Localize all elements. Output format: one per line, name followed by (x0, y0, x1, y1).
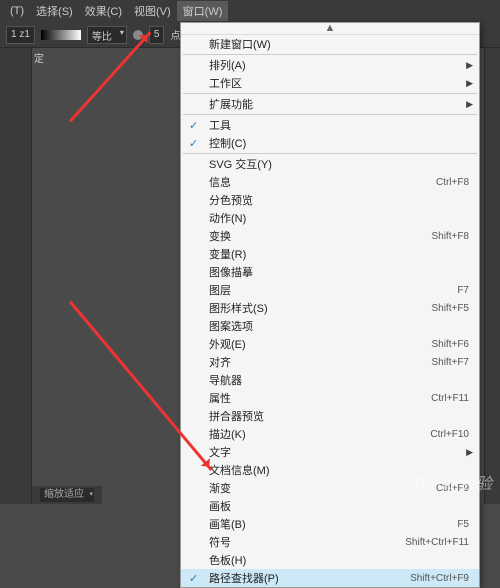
window-menu-dropdown: ▲ 新建窗口(W)排列(A)▶工作区▶扩展功能▶✓工具✓控制(C)SVG 交互(… (180, 22, 480, 588)
menu-item-label: 画笔(B) (209, 516, 457, 532)
menu-item[interactable]: 分色预览 (181, 191, 479, 209)
zoom-field[interactable]: 1 z1 (6, 26, 35, 44)
menu-item-shortcut: Shift+Ctrl+F11 (405, 537, 469, 548)
menu-item-shortcut: Shift+F7 (431, 357, 469, 368)
menu-item-label: 图形样式(S) (209, 300, 431, 316)
menu-item-label: 变量(R) (209, 246, 469, 262)
menu-item-shortcut: Ctrl+F11 (431, 393, 469, 404)
menu-separator (183, 93, 477, 94)
menu-separator (183, 153, 477, 154)
menubar: (T) 选择(S) 效果(C) 视图(V) 窗口(W) (0, 0, 500, 22)
menu-item[interactable]: 导航器 (181, 371, 479, 389)
menu-item-label: 文字 (209, 444, 469, 460)
tool-panel[interactable] (0, 48, 32, 504)
menu-separator (183, 54, 477, 55)
menu-item-label: 色板(H) (209, 552, 469, 568)
menu-item[interactable]: 变换Shift+F8 (181, 227, 479, 245)
menu-item-label: 工具 (209, 117, 469, 133)
menu-item[interactable]: 画板 (181, 497, 479, 515)
menu-item[interactable]: 图形样式(S)Shift+F5 (181, 299, 479, 317)
menu-item-shortcut: Ctrl+F10 (430, 429, 469, 440)
check-icon: ✓ (189, 137, 198, 150)
menu-item-label: 控制(C) (209, 135, 469, 151)
menu-t[interactable]: (T) (4, 3, 30, 19)
menu-item-label: 排列(A) (209, 57, 469, 73)
document-tab[interactable]: 定 (34, 50, 44, 65)
menu-item-shortcut: Shift+F6 (431, 339, 469, 350)
menu-item-label: 图像描摹 (209, 264, 469, 280)
check-icon: ✓ (189, 572, 198, 585)
menu-item[interactable]: 拼合器预览 (181, 407, 479, 425)
menu-item[interactable]: 色板(H) (181, 551, 479, 569)
right-panel-strip[interactable] (484, 48, 500, 504)
menu-item-label: 对齐 (209, 354, 431, 370)
menu-item-label: 符号 (209, 534, 405, 550)
menu-item[interactable]: 符号Shift+Ctrl+F11 (181, 533, 479, 551)
menu-item-label: 变换 (209, 228, 431, 244)
menu-item[interactable]: 图层F7 (181, 281, 479, 299)
menu-item[interactable]: ✓ 工具 (181, 116, 479, 134)
menu-item[interactable]: SVG 交互(Y) (181, 155, 479, 173)
menu-separator (183, 114, 477, 115)
menu-item-label: 扩展功能 (209, 96, 469, 112)
submenu-arrow-icon: ▶ (466, 60, 473, 71)
menu-item-label: 渐变 (209, 480, 436, 496)
status-dropdown[interactable]: 缩放适应 (40, 488, 94, 502)
menu-item-label: 分色预览 (209, 192, 469, 208)
menu-item[interactable]: 排列(A)▶ (181, 56, 479, 74)
menu-item-label: 导航器 (209, 372, 469, 388)
menu-item-label: 图案选项 (209, 318, 469, 334)
menu-item-label: 外观(E) (209, 336, 431, 352)
menu-item-label: 描边(K) (209, 426, 430, 442)
menu-window[interactable]: 窗口(W) (177, 1, 229, 21)
menu-item-label: 新建窗口(W) (209, 36, 469, 52)
watermark: Baidu 经验 (415, 470, 492, 494)
menu-item-label: 画板 (209, 498, 469, 514)
menu-item[interactable]: 扩展功能▶ (181, 95, 479, 113)
menu-item[interactable]: 画笔(B)F5 (181, 515, 479, 533)
menu-item-label: SVG 交互(Y) (209, 156, 469, 172)
menu-item-shortcut: Ctrl+F8 (436, 177, 469, 188)
menu-item[interactable]: 属性Ctrl+F11 (181, 389, 479, 407)
gradient-swatch[interactable] (41, 30, 81, 40)
menu-item[interactable]: 图案选项 (181, 317, 479, 335)
menu-item-shortcut: Shift+F5 (431, 303, 469, 314)
menu-item-label: 路径查找器(P) (209, 570, 410, 586)
menu-item[interactable]: ✓ 控制(C) (181, 134, 479, 152)
menu-scroll-up-icon[interactable]: ▲ (181, 23, 479, 35)
menu-select[interactable]: 选择(S) (30, 1, 79, 21)
menu-item-label: 拼合器预览 (209, 408, 469, 424)
menu-item[interactable]: 文字▶ (181, 443, 479, 461)
stroke-profile-dropdown[interactable]: 等比 (87, 26, 127, 44)
menu-item-shortcut: F7 (457, 285, 469, 296)
menu-item[interactable]: 图像描摹 (181, 263, 479, 281)
menu-item[interactable]: 外观(E)Shift+F6 (181, 335, 479, 353)
menu-item-label: 工作区 (209, 75, 469, 91)
check-icon: ✓ (189, 119, 198, 132)
menu-item-label: 图层 (209, 282, 457, 298)
menu-view[interactable]: 视图(V) (128, 1, 177, 21)
menu-item-shortcut: Shift+F8 (431, 231, 469, 242)
menu-item-shortcut: Shift+Ctrl+F9 (410, 573, 469, 584)
menu-item-label: 属性 (209, 390, 431, 406)
status-bar: 缩放适应 (32, 486, 102, 504)
submenu-arrow-icon: ▶ (466, 78, 473, 89)
menu-item[interactable]: 动作(N) (181, 209, 479, 227)
menu-item[interactable]: 信息Ctrl+F8 (181, 173, 479, 191)
menu-item[interactable]: 变量(R) (181, 245, 479, 263)
menu-item-label: 信息 (209, 174, 436, 190)
menu-item[interactable]: 对齐Shift+F7 (181, 353, 479, 371)
submenu-arrow-icon: ▶ (466, 447, 473, 458)
submenu-arrow-icon: ▶ (466, 99, 473, 110)
menu-item-shortcut: F5 (457, 519, 469, 530)
menu-effect[interactable]: 效果(C) (79, 1, 128, 21)
menu-item[interactable]: ✓ 路径查找器(P)Shift+Ctrl+F9 (181, 569, 479, 587)
menu-item-label: 动作(N) (209, 210, 469, 226)
menu-item[interactable]: 工作区▶ (181, 74, 479, 92)
menu-item[interactable]: 新建窗口(W) (181, 35, 479, 53)
menu-item[interactable]: 描边(K)Ctrl+F10 (181, 425, 479, 443)
